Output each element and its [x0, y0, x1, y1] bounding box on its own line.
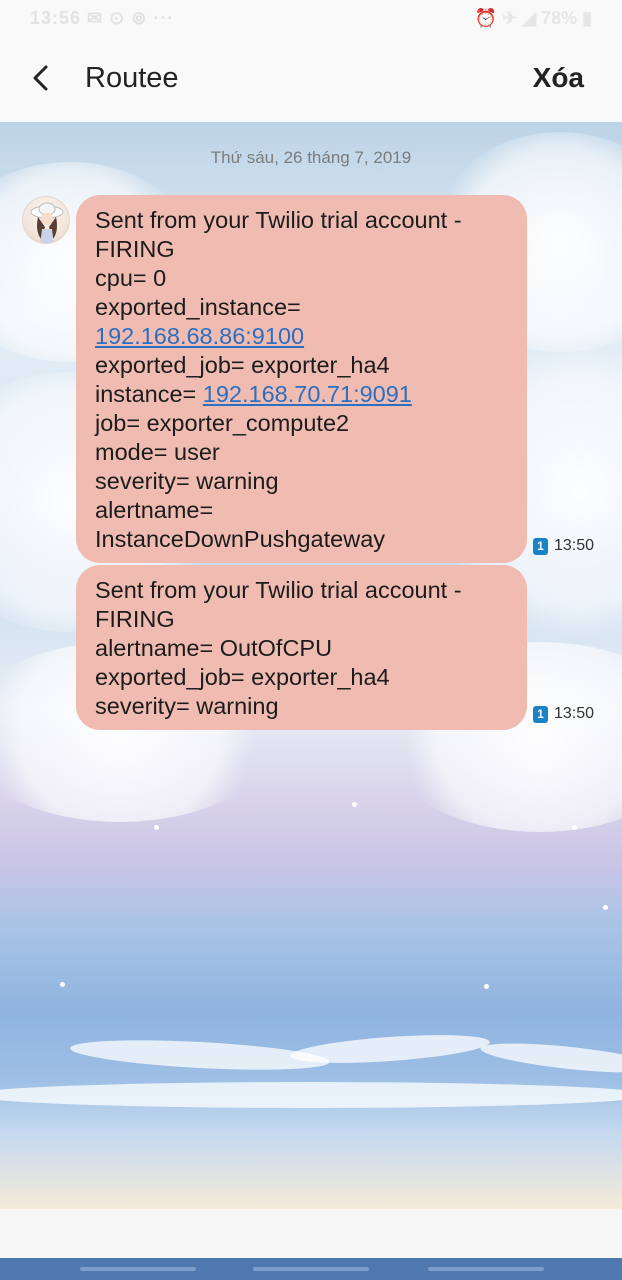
message-line: mode= user: [95, 439, 220, 465]
message-time: 13:50: [554, 705, 595, 722]
bottom-panel: [0, 1209, 622, 1258]
message-line: instance=: [95, 381, 203, 407]
ip-link[interactable]: 192.168.70.71:9091: [203, 381, 412, 407]
message-line: exported_instance=: [95, 294, 301, 320]
message-line: severity= warning: [95, 468, 279, 494]
navigation-bar: [0, 1258, 622, 1280]
background-sparkle: [484, 984, 489, 989]
background-sparkle: [603, 905, 608, 910]
message-line: FIRING: [95, 606, 175, 632]
status-bar: 13:56 ✉ ⊙ ⊚ ··· ⏰ ✈ ◢ 78% ▮: [0, 0, 622, 36]
ip-link[interactable]: 192.168.68.86:9100: [95, 323, 304, 349]
message-line: InstanceDownPushgateway: [95, 526, 386, 552]
background-wave: [479, 1037, 622, 1079]
message-bubble[interactable]: Sent from your Twilio trial account - FI…: [76, 195, 527, 563]
message-line: severity= warning: [95, 693, 279, 719]
message-line: exported_job= exporter_ha4: [95, 352, 390, 378]
background-sparkle: [154, 825, 159, 830]
message-line: job= exporter_compute2: [95, 410, 350, 436]
background-sparkle: [572, 825, 577, 830]
chat-area[interactable]: Thứ sáu, 26 tháng 7, 2019 Sent from your…: [0, 122, 622, 1209]
message-line: cpu= 0: [95, 265, 167, 291]
sim-1-icon: 1: [533, 538, 548, 555]
nav-home-button[interactable]: [253, 1267, 369, 1271]
background-sparkle: [352, 802, 357, 807]
background-wave: [0, 1082, 622, 1108]
app-bar: Routee Xóa: [0, 36, 622, 122]
nav-recents-button[interactable]: [80, 1267, 196, 1271]
sim-1-icon: 1: [533, 706, 548, 723]
back-button[interactable]: [22, 58, 62, 98]
background-sparkle: [60, 982, 65, 987]
delete-button[interactable]: Xóa: [533, 62, 584, 94]
status-right: ⏰ ✈ ◢ 78% ▮: [474, 8, 592, 28]
message-time: 13:50: [554, 537, 595, 554]
conversation-title: Routee: [85, 62, 179, 94]
message-line: FIRING: [95, 236, 175, 262]
message-line: exported_job= exporter_ha4: [95, 664, 390, 690]
background-wave: [289, 1030, 491, 1068]
status-left: 13:56 ✉ ⊙ ⊚ ···: [30, 8, 175, 28]
avatar-girl-with-hat-icon: [30, 202, 64, 243]
message-bubble[interactable]: Sent from your Twilio trial account - FI…: [76, 565, 527, 730]
nav-back-button[interactable]: [428, 1267, 544, 1271]
message-line: alertname= OutOfCPU: [95, 635, 333, 661]
message-line: Sent from your Twilio trial account -: [95, 207, 462, 233]
avatar[interactable]: [22, 196, 70, 244]
date-separator: Thứ sáu, 26 tháng 7, 2019: [210, 148, 412, 167]
message-line: Sent from your Twilio trial account -: [95, 577, 462, 603]
message-line: alertname=: [95, 497, 214, 523]
chevron-left-icon: [33, 65, 48, 91]
